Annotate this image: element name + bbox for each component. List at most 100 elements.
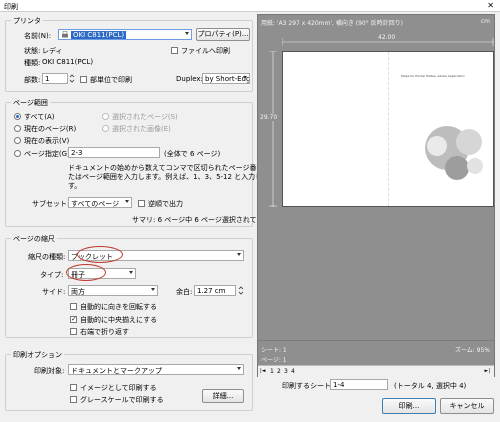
pager-page-3[interactable]: 3: [284, 368, 288, 375]
status-value: レディ: [42, 47, 63, 55]
fold-right-checkbox[interactable]: [70, 328, 77, 335]
range-current-view-radio[interactable]: [14, 137, 21, 144]
annotation-circle: [77, 246, 123, 263]
range-pages-radio[interactable]: [14, 150, 21, 157]
range-current-view-label: 現在の表示(V): [24, 137, 70, 145]
close-icon[interactable]: ✕: [487, 1, 494, 10]
print-target-select[interactable]: ドキュメントとマークアップ: [68, 364, 244, 375]
page-range-group: ページ範囲 すべて(A) 選択されたページ(S) 現在のページ(R) 選択された…: [5, 98, 278, 227]
print-as-image-checkbox[interactable]: [70, 384, 77, 391]
width-label: 42.00: [376, 34, 398, 41]
margin-stepper[interactable]: [237, 285, 245, 296]
auto-center-label: 自動的に中央揃えにする: [80, 316, 158, 324]
range-all-label: すべて(A): [24, 113, 55, 121]
range-current-page-radio[interactable]: [14, 125, 21, 132]
page-scaling-group: ページの縮尺 縮尺の種類: ブックレット タイプ: 冊子 サイド: 両方 余白:…: [5, 234, 253, 338]
print-to-file-label: ファイルへ印刷: [181, 47, 230, 55]
height-label: 29.70: [260, 114, 278, 121]
print-to-file-checkbox[interactable]: [171, 47, 178, 54]
printer-icon: [62, 31, 68, 38]
page-scaling-group-title: ページの縮尺: [11, 234, 57, 244]
grayscale-checkbox[interactable]: [70, 396, 77, 403]
printer-name-label: 名前(N):: [24, 32, 52, 40]
selected-pages-label: 選択されたページ(S): [112, 113, 178, 121]
fold-right-label: 右端で折り返す: [80, 328, 129, 336]
pager-page-1[interactable]: 1: [270, 368, 274, 375]
paper-info: 用紙: 'A3 297 x 420mm', 横向き (90° 反時計回り): [261, 20, 403, 27]
page-label: ページ: 1: [261, 357, 287, 364]
collate-checkbox[interactable]: [80, 76, 87, 83]
sheets-to-print-input[interactable]: 1-4: [330, 379, 388, 390]
sheets-to-print-label: 印刷するシート:: [282, 382, 334, 390]
status-label: 状態:: [24, 47, 41, 55]
margin-label: 余白:: [176, 288, 193, 296]
side-value: 両方: [71, 288, 85, 296]
side-select[interactable]: 両方: [68, 285, 158, 296]
copies-label: 部数:: [24, 76, 41, 84]
chevron-down-icon: [125, 200, 129, 203]
print-options-group: 印刷オプション 印刷対象: ドキュメントとマークアップ イメージとして印刷する …: [5, 350, 253, 411]
chevron-down-icon: [237, 367, 241, 370]
sheet-label: シート: 1: [261, 347, 287, 354]
print-target-label: 印刷対象:: [34, 367, 65, 375]
type-label: 種類:: [24, 59, 41, 67]
margin-input[interactable]: 1.27 cm: [194, 285, 236, 296]
range-pages-label: ページ指定(G):: [24, 150, 73, 158]
scaling-type-label: 縮尺の種類:: [28, 253, 66, 261]
printer-select[interactable]: OKI C811(PCL): [58, 29, 192, 40]
total-pages-label: (全体で 6 ページ): [164, 150, 221, 158]
print-target-value: ドキュメントとマークアップ: [71, 367, 162, 375]
page-range-group-title: ページ範囲: [11, 98, 50, 108]
properties-button[interactable]: プロパティ(P)...: [196, 28, 250, 41]
chevron-down-icon: [151, 288, 155, 291]
auto-center-checkbox[interactable]: [70, 315, 77, 323]
page-heading: Steps for Printer Plates, Adobe Applicat…: [401, 74, 465, 78]
auto-rotate-checkbox[interactable]: [70, 303, 77, 310]
duplex-select[interactable]: by Short-Edge: [202, 73, 250, 84]
pager-last-icon[interactable]: ►|: [484, 368, 490, 374]
chevron-down-icon: [185, 32, 189, 35]
sheets-note: (トータル 4, 選択中 4): [394, 382, 467, 390]
reverse-checkbox[interactable]: [138, 200, 145, 207]
grayscale-label: グレースケールで印刷する: [80, 396, 164, 404]
chevron-down-icon: [129, 271, 133, 274]
binding-label: タイプ:: [40, 271, 64, 279]
selected-pages-radio[interactable]: [102, 113, 109, 120]
subset-label: サブセット:: [32, 200, 70, 208]
copies-input[interactable]: 1: [42, 73, 68, 84]
auto-rotate-label: 自動的に向きを回転する: [80, 303, 157, 311]
printer-group: プリンタ 名前(N): OKI C811(PCL) プロパティ(P)... 状態…: [5, 16, 253, 92]
pager-first-icon[interactable]: |◄: [260, 368, 266, 374]
printer-group-title: プリンタ: [11, 16, 43, 26]
unit-label: cm: [480, 18, 490, 25]
window-title: 印刷: [4, 3, 18, 11]
height-ruler: [269, 51, 277, 207]
chevron-down-icon: [237, 253, 241, 256]
details-button[interactable]: 詳細...: [202, 389, 244, 403]
range-all-radio[interactable]: [14, 113, 21, 120]
collate-label: 部単位で印刷: [90, 76, 132, 84]
page-range-input[interactable]: 2-3: [68, 147, 160, 158]
print-options-group-title: 印刷オプション: [11, 350, 64, 360]
fold-line: [388, 52, 389, 206]
pager-page-2[interactable]: 2: [277, 368, 281, 375]
pager-page-4[interactable]: 4: [291, 368, 295, 375]
type-value: OKI C811(PCL): [42, 58, 94, 66]
range-summary: サマリ: 6 ページ中 6 ページ選択されています: [132, 216, 278, 224]
status-divider: [258, 340, 494, 341]
print-preview: 用紙: 'A3 297 x 420mm', 横向き (90° 反時計回り) cm…: [257, 14, 495, 377]
print-as-image-label: イメージとして印刷する: [80, 384, 157, 392]
reverse-label: 逆順で出力: [148, 200, 183, 208]
side-label: サイド:: [42, 288, 66, 296]
selected-images-label: 選択された画像(E): [112, 125, 171, 133]
copies-stepper[interactable]: [68, 73, 76, 84]
cancel-button[interactable]: キャンセル: [440, 398, 494, 414]
selected-images-radio[interactable]: [102, 125, 109, 132]
duplex-label: Duplex:: [176, 75, 203, 83]
printer-name-value: OKI C811(PCL): [71, 31, 127, 39]
annotation-circle: [66, 264, 106, 281]
print-button[interactable]: 印刷...: [382, 398, 436, 414]
subset-select[interactable]: すべてのページ: [68, 197, 132, 208]
title-bar: 印刷 ✕: [0, 0, 500, 12]
range-help-line-3: す。: [68, 182, 82, 190]
